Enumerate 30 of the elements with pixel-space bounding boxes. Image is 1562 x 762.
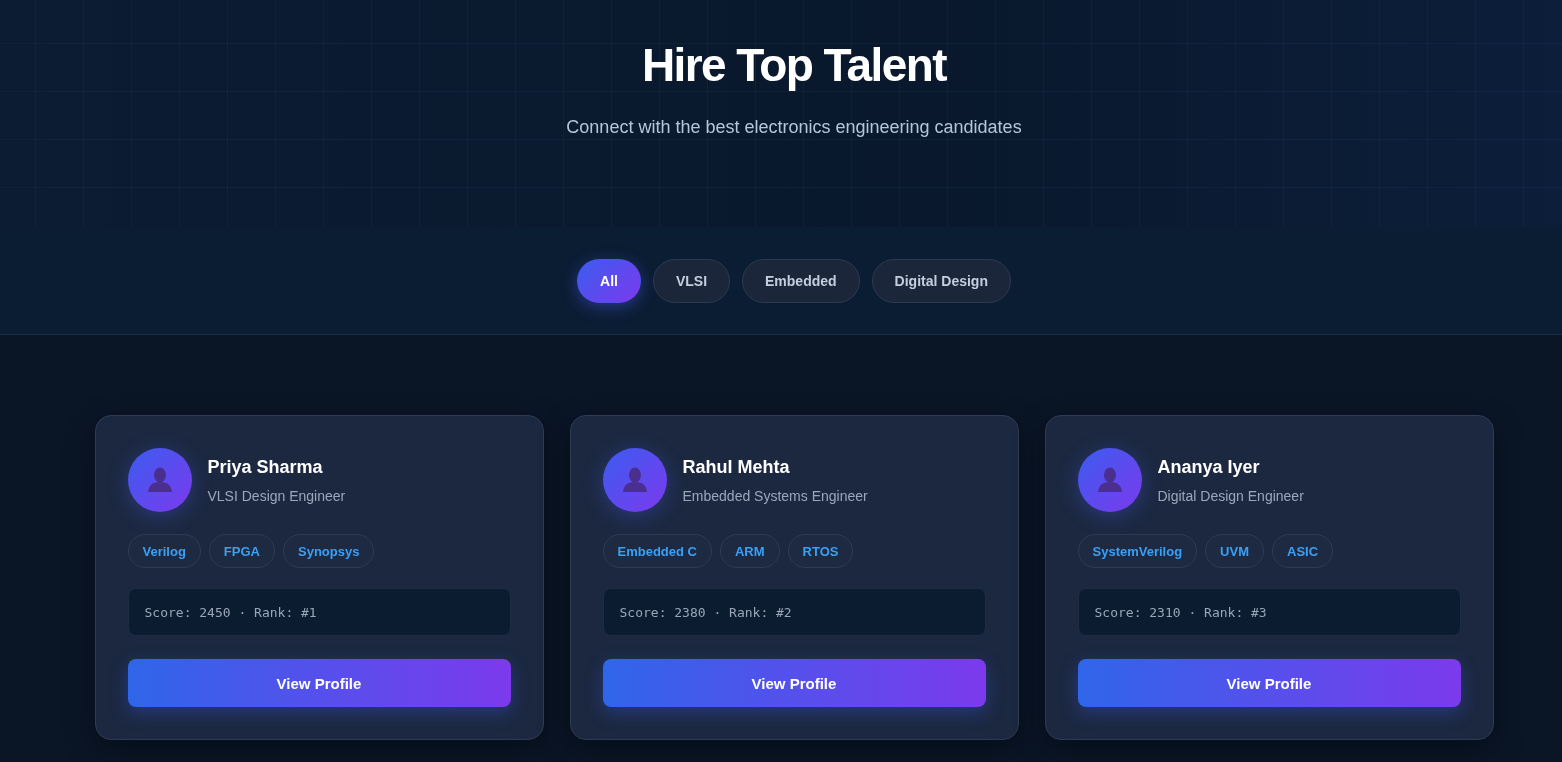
page-subtitle: Connect with the best electronics engineering candidates (566, 116, 1022, 138)
filter-tab[interactable]: Digital Design (871, 258, 1011, 303)
candidate-name: Ananya Iyer (1157, 455, 1261, 478)
skill-tag: SystemVerilog (1077, 534, 1198, 568)
avatar-icon (127, 448, 192, 512)
view-profile-button[interactable]: View Profile (602, 659, 986, 707)
skill-tag: ASIC (1272, 534, 1334, 568)
filter-tab[interactable]: All (577, 258, 641, 303)
candidate-name: Rahul Mehta (682, 455, 791, 478)
avatar-icon (1077, 448, 1142, 512)
candidate-role: VLSI Design Engineer (207, 486, 346, 505)
skill-tag: ARM (719, 534, 780, 568)
view-profile-button[interactable]: View Profile (1077, 659, 1461, 707)
filter-tab[interactable]: Embedded (742, 258, 860, 303)
skill-tag: RTOS (787, 534, 854, 568)
candidate-role: Embedded Systems Engineer (682, 486, 868, 505)
score-panel: Score: 2380 · Rank: #2 (602, 588, 986, 636)
avatar-icon (602, 448, 667, 512)
skill-tag: Synopsys (283, 534, 375, 568)
score-panel: Score: 2310 · Rank: #3 (1077, 588, 1461, 636)
skill-tag: UVM (1205, 534, 1264, 568)
skill-tag: FPGA (208, 534, 275, 568)
skill-tag: Verilog (127, 534, 201, 568)
candidate-name: Priya Sharma (207, 455, 324, 478)
filter-tab[interactable]: VLSI (652, 258, 731, 303)
score-panel: Score: 2450 · Rank: #1 (127, 588, 511, 636)
candidate-role: Digital Design Engineer (1157, 486, 1304, 505)
view-profile-button[interactable]: View Profile (127, 659, 511, 707)
page-title: Hire Top Talent (642, 38, 946, 92)
skill-tag: Embedded C (602, 534, 712, 568)
